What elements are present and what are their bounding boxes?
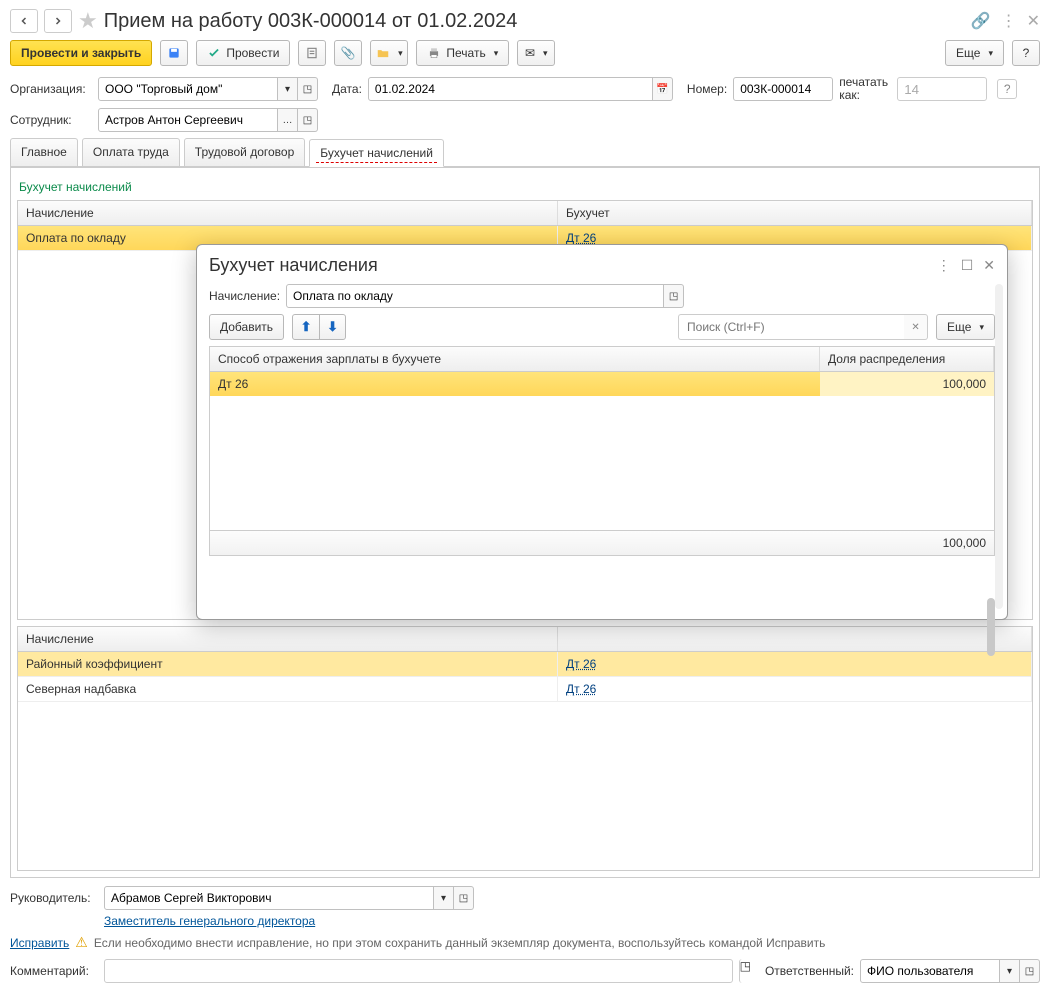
modal-title: Бухучет начисления: [209, 255, 378, 276]
date-input[interactable]: [368, 77, 653, 101]
modal-close-icon[interactable]: ✕: [983, 257, 995, 274]
comment-open-button[interactable]: ◳: [739, 959, 751, 983]
table-row[interactable]: Северная надбавка Дт 26: [18, 677, 1032, 702]
org-open-button[interactable]: ◳: [298, 77, 318, 101]
table-row[interactable]: Районный коэффициент Дт 26: [18, 652, 1032, 677]
comment-label: Комментарий:: [10, 964, 98, 978]
modal-menu-icon[interactable]: ⋮: [937, 257, 951, 274]
responsible-input[interactable]: [860, 959, 1000, 983]
modal-more-button[interactable]: Еще▾: [936, 314, 995, 340]
back-button[interactable]: [10, 9, 38, 33]
scrollbar-track: [995, 284, 1003, 609]
manager-open-button[interactable]: ◳: [454, 886, 474, 910]
tab-main[interactable]: Главное: [10, 138, 78, 166]
accounting-modal: Бухучет начисления ⋮ ☐ ✕ Начисление: ◳ Д…: [196, 244, 1008, 620]
tabs: Главное Оплата труда Трудовой договор Бу…: [10, 138, 1040, 167]
manager-label: Руководитель:: [10, 891, 98, 905]
modal-maximize-icon[interactable]: ☐: [961, 257, 974, 274]
fix-link[interactable]: Исправить: [10, 936, 69, 950]
warning-icon: ⚠: [75, 934, 88, 951]
printas-input[interactable]: [897, 77, 987, 101]
responsible-dropdown-button[interactable]: ▾: [1000, 959, 1020, 983]
cell-accounting-link[interactable]: Дт 26: [558, 677, 1032, 701]
lower-grid: Начисление Районный коэффициент Дт 26 Се…: [17, 626, 1033, 871]
menu-icon[interactable]: ⋮: [1001, 11, 1017, 31]
close-icon[interactable]: ✕: [1027, 11, 1040, 31]
date-label: Дата:: [332, 82, 362, 96]
accrual-input[interactable]: [286, 284, 664, 308]
modal-grid: Способ отражения зарплаты в бухучете Дол…: [209, 346, 995, 556]
org-input[interactable]: [98, 77, 278, 101]
responsible-open-button[interactable]: ◳: [1020, 959, 1040, 983]
more-button[interactable]: Еще▾: [945, 40, 1004, 66]
tab-contract[interactable]: Трудовой договор: [184, 138, 305, 166]
favorite-icon[interactable]: ★: [78, 8, 98, 34]
mcol-share: Доля распределения: [820, 347, 994, 371]
report-button[interactable]: [298, 40, 326, 66]
num-label: Номер:: [687, 82, 727, 96]
date-picker-button[interactable]: 📅: [653, 77, 673, 101]
save-button[interactable]: [160, 40, 188, 66]
cell-accounting-link[interactable]: Дт 26: [558, 652, 1032, 676]
mcol-method: Способ отражения зарплаты в бухучете: [210, 347, 820, 371]
search-clear-button[interactable]: ✕: [904, 314, 928, 340]
employee-open-button[interactable]: ◳: [298, 108, 318, 132]
comment-input[interactable]: [104, 959, 733, 983]
move-up-button[interactable]: ⬆: [293, 315, 319, 339]
scrollbar-thumb[interactable]: [987, 598, 995, 656]
move-down-button[interactable]: ⬇: [319, 315, 345, 339]
upper-col-accrual: Начисление: [18, 201, 558, 225]
attach-button[interactable]: 📎: [334, 40, 362, 66]
accrual-open-button[interactable]: ◳: [664, 284, 684, 308]
window-title: Прием на работу 003К-000014 от 01.02.202…: [104, 10, 518, 33]
upper-col-accounting: Бухучет: [558, 201, 1032, 225]
org-label: Организация:: [10, 82, 92, 96]
printas-label: печатать как:: [839, 76, 891, 102]
help-button[interactable]: ?: [1012, 40, 1040, 66]
table-row[interactable]: Дт 26 100,000: [210, 372, 994, 396]
lower-col-accrual: Начисление: [18, 627, 558, 651]
mail-button[interactable]: ✉▾: [517, 40, 555, 66]
forward-button[interactable]: [44, 9, 72, 33]
num-input[interactable]: [733, 77, 833, 101]
warn-text: Если необходимо внести исправление, но п…: [94, 936, 826, 950]
employee-input[interactable]: [98, 108, 278, 132]
manager-input[interactable]: [104, 886, 434, 910]
responsible-label: Ответственный:: [765, 964, 854, 978]
search-input[interactable]: [678, 314, 904, 340]
cell-share: 100,000: [820, 372, 994, 396]
printas-help-button[interactable]: ?: [997, 79, 1017, 99]
print-button[interactable]: Печать▾: [416, 40, 509, 66]
post-button[interactable]: Провести: [196, 40, 290, 66]
position-link[interactable]: Заместитель генерального директора: [104, 914, 315, 928]
total-share: 100,000: [820, 531, 994, 555]
add-button[interactable]: Добавить: [209, 314, 284, 340]
folder-button[interactable]: ▾: [370, 40, 408, 66]
cell-accrual: Районный коэффициент: [18, 652, 558, 676]
org-dropdown-button[interactable]: ▾: [278, 77, 298, 101]
employee-select-button[interactable]: …: [278, 108, 298, 132]
cell-accrual: Северная надбавка: [18, 677, 558, 701]
link-icon[interactable]: 🔗: [971, 11, 991, 31]
section-title: Бухучет начислений: [17, 172, 1033, 200]
tab-accounting[interactable]: Бухучет начислений: [309, 139, 444, 167]
manager-dropdown-button[interactable]: ▾: [434, 886, 454, 910]
tab-payment[interactable]: Оплата труда: [82, 138, 180, 166]
accrual-label: Начисление:: [209, 289, 280, 303]
post-and-close-button[interactable]: Провести и закрыть: [10, 40, 152, 66]
cell-method: Дт 26: [210, 372, 820, 396]
employee-label: Сотрудник:: [10, 113, 92, 127]
